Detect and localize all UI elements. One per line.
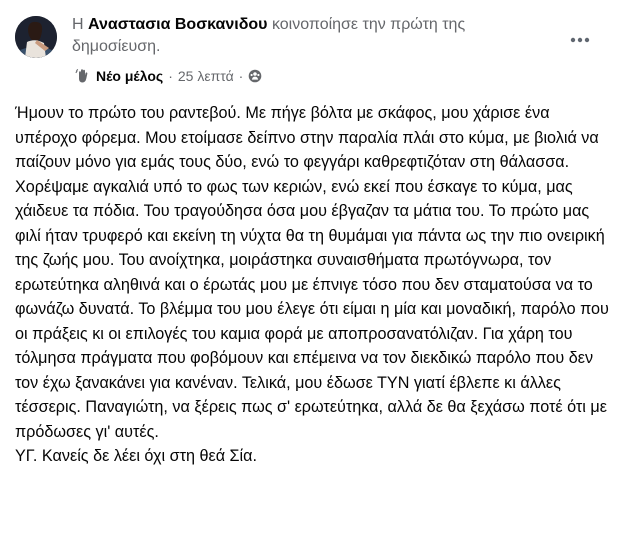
avatar[interactable] bbox=[15, 16, 57, 58]
meta-separator: · bbox=[238, 68, 244, 84]
wave-hand-icon bbox=[75, 69, 88, 83]
post-timestamp[interactable]: 25 λεπτά bbox=[178, 68, 234, 84]
post-body-text: Ήμουν το πρώτο του ραντεβού. Με πήγε βόλ… bbox=[15, 104, 609, 441]
more-options-icon bbox=[570, 37, 590, 43]
profile-photo bbox=[15, 16, 57, 58]
post-postscript: ΥΓ. Κανείς δε λέει όχι στη θεά Σία. bbox=[15, 447, 258, 465]
author-name[interactable]: Αναστασια Βοσκανιδου bbox=[88, 16, 267, 33]
meta-separator: · bbox=[168, 68, 173, 84]
more-options-button[interactable] bbox=[562, 26, 598, 54]
post-body: Ήμουν το πρώτο του ραντεβού. Με πήγε βόλ… bbox=[15, 101, 615, 469]
group-audience-icon[interactable] bbox=[248, 69, 262, 83]
post-meta: Νέο μέλος · 25 λεπτά · bbox=[75, 66, 262, 86]
member-role-label[interactable]: Νέο μέλος bbox=[96, 68, 163, 84]
post-header: Η Αναστασια Βοσκανιδου κοινοποίησε την π… bbox=[72, 14, 542, 58]
post-card: Η Αναστασια Βοσκανιδου κοινοποίησε την π… bbox=[0, 0, 625, 560]
author-prefix: Η bbox=[72, 16, 84, 33]
